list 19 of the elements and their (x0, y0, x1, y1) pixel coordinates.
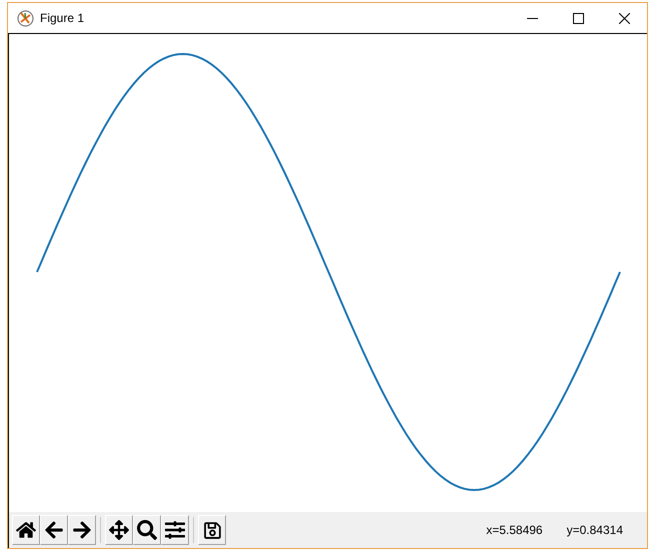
forward-arrow-icon (72, 520, 92, 540)
close-icon (618, 12, 630, 24)
maximize-icon (572, 12, 584, 24)
back-arrow-icon (44, 520, 64, 540)
search-icon (137, 520, 157, 540)
zoom-button[interactable] (133, 515, 161, 545)
pan-button[interactable] (105, 515, 133, 545)
back-button[interactable] (40, 515, 68, 545)
sliders-icon (165, 520, 185, 540)
save-button[interactable] (198, 515, 226, 545)
home-icon (16, 520, 36, 540)
home-button[interactable] (12, 515, 40, 545)
forward-button[interactable] (68, 515, 96, 545)
y-coordinate: y=0.84314 (566, 522, 623, 539)
window-title: Figure 1 (40, 10, 84, 27)
app-logo-icon (17, 10, 34, 26)
configure-button[interactable] (161, 515, 189, 545)
x-coordinate: x=5.58496 (486, 522, 543, 539)
four-way-arrow-icon (109, 520, 129, 540)
